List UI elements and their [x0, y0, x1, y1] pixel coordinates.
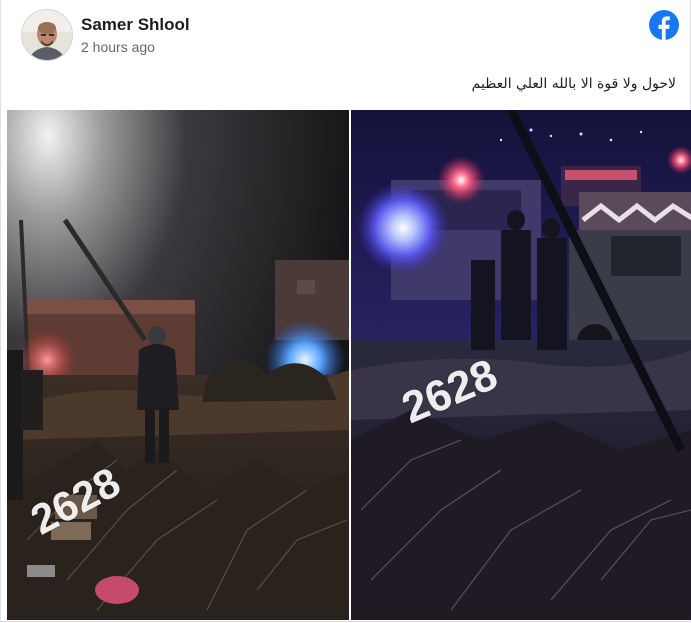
facebook-icon[interactable]: [649, 10, 679, 40]
post-text: لاحول ولا قوة الا بالله العلي العظيم: [471, 76, 676, 92]
photo-right-image: [351, 110, 691, 620]
post-timestamp[interactable]: 2 hours ago: [81, 39, 155, 55]
photo-right[interactable]: 2628: [351, 110, 691, 620]
post-card: Samer Shlool 2 hours ago لاحول ولا قوة ا…: [0, 0, 691, 622]
author-name[interactable]: Samer Shlool: [81, 15, 190, 35]
post-header: Samer Shlool 2 hours ago: [1, 0, 691, 70]
avatar[interactable]: [21, 9, 73, 61]
photo-grid: 2628 2628: [7, 110, 691, 620]
avatar-photo: [22, 10, 72, 60]
photo-left-image: [7, 110, 349, 620]
photo-left[interactable]: 2628: [7, 110, 349, 620]
